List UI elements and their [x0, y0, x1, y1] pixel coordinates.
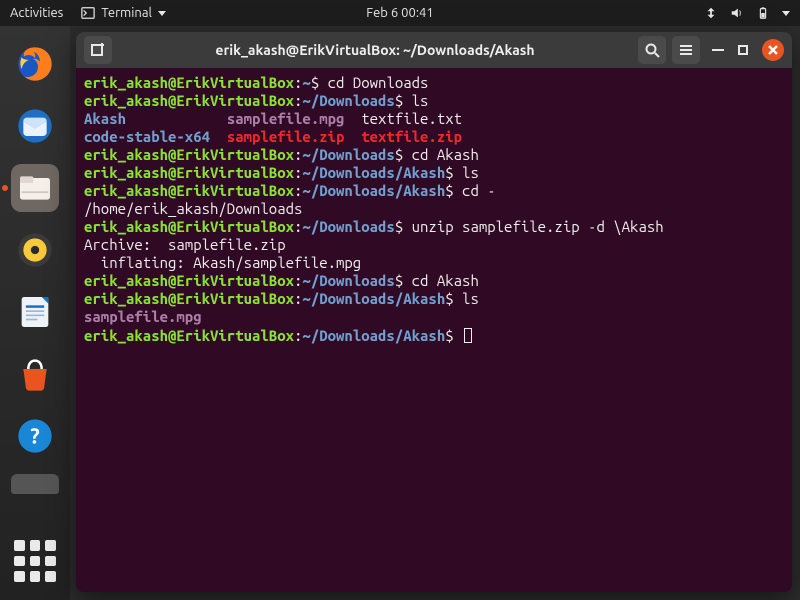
svg-text:?: ?: [30, 425, 40, 449]
dock-app-libreoffice-writer[interactable]: [11, 288, 59, 336]
dock-trash[interactable]: [11, 474, 59, 494]
dock-app-thunderbird[interactable]: [11, 102, 59, 150]
status-area[interactable]: [704, 6, 790, 20]
show-applications-button[interactable]: [14, 540, 56, 582]
search-button[interactable]: [638, 36, 666, 64]
dock-app-firefox[interactable]: [11, 40, 59, 88]
terminal-window: erik_akash@ErikVirtualBox: ~/Downloads/A…: [76, 32, 792, 592]
dock-app-files[interactable]: [11, 164, 59, 212]
chevron-down-icon: [782, 11, 790, 16]
battery-icon: [756, 6, 770, 20]
activities-button[interactable]: Activities: [10, 6, 63, 20]
dock-app-software[interactable]: [11, 350, 59, 398]
top-bar: Activities Terminal Feb 6 00:41: [0, 0, 800, 26]
network-icon: [704, 6, 718, 20]
chevron-down-icon: [158, 11, 166, 16]
cursor: [464, 328, 472, 343]
window-title: erik_akash@ErikVirtualBox: ~/Downloads/A…: [118, 42, 632, 58]
maximize-button[interactable]: [738, 45, 748, 55]
dock-app-help[interactable]: ?: [11, 412, 59, 460]
dock: ?: [0, 26, 70, 600]
terminal-icon: [81, 6, 95, 20]
minimize-button[interactable]: [712, 49, 724, 51]
running-indicator: [2, 185, 8, 191]
volume-icon: [730, 6, 744, 20]
active-app-label: Terminal: [101, 6, 152, 20]
new-tab-button[interactable]: [84, 36, 112, 64]
active-app-menu[interactable]: Terminal: [81, 6, 166, 20]
dock-app-rhythmbox[interactable]: [11, 226, 59, 274]
close-button[interactable]: [762, 39, 784, 61]
titlebar[interactable]: erik_akash@ErikVirtualBox: ~/Downloads/A…: [76, 32, 792, 68]
hamburger-menu-button[interactable]: [672, 36, 700, 64]
terminal-output[interactable]: erik_akash@ErikVirtualBox:~$ cd Download…: [76, 68, 792, 592]
clock[interactable]: Feb 6 00:41: [366, 6, 433, 20]
